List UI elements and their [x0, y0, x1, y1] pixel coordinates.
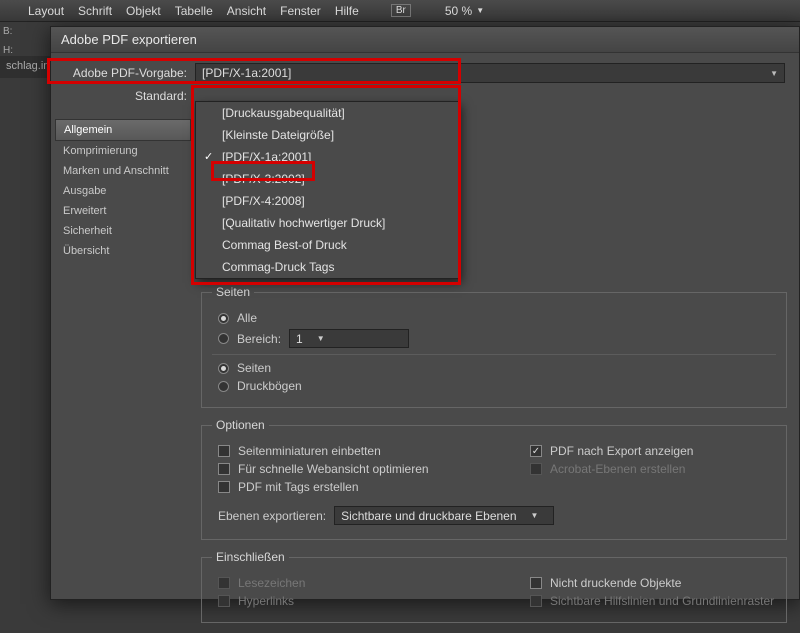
seiten-legend: Seiten — [212, 285, 254, 299]
sidebar-item-erweitert[interactable]: Erweitert — [55, 201, 191, 221]
chk-tags-label: PDF mit Tags erstellen — [238, 480, 359, 494]
chk-viewpdf-label: PDF nach Export anzeigen — [550, 444, 693, 458]
standard-label: Standard: — [65, 89, 195, 103]
sidebar-item-uebersicht[interactable]: Übersicht — [55, 241, 191, 261]
preset-option[interactable]: [Qualitativ hochwertiger Druck] — [196, 212, 459, 234]
document-tab[interactable]: schlag.in — [0, 56, 55, 78]
optionen-group: Optionen Seitenminiaturen einbetten Für … — [201, 418, 787, 540]
radio-alle-label: Alle — [237, 311, 257, 325]
chk-hilfslinien — [530, 595, 542, 607]
sidebar-item-sicherheit[interactable]: Sicherheit — [55, 221, 191, 241]
preset-option[interactable]: Commag Best-of Druck — [196, 234, 459, 256]
radio-seiten[interactable] — [218, 363, 229, 374]
chk-lesezeichen-label: Lesezeichen — [238, 576, 305, 590]
menu-objekt[interactable]: Objekt — [126, 4, 161, 18]
app-menubar: Layout Schrift Objekt Tabelle Ansicht Fe… — [0, 0, 800, 22]
radio-bereich[interactable] — [218, 333, 229, 344]
b-label: B: — [0, 22, 40, 41]
menu-tabelle[interactable]: Tabelle — [175, 4, 213, 18]
preset-option[interactable]: [Kleinste Dateigröße] — [196, 124, 459, 146]
sidebar-item-allgemein[interactable]: Allgemein — [55, 119, 191, 141]
layers-combo[interactable]: Sichtbare und druckbare Ebenen▼ — [334, 506, 554, 525]
chk-thumb-label: Seitenminiaturen einbetten — [238, 444, 381, 458]
preset-label: Adobe PDF-Vorgabe: — [65, 66, 195, 80]
chevron-down-icon: ▼ — [317, 334, 325, 343]
chk-hilfslinien-label: Sichtbare Hilfslinien und Grundlinienras… — [550, 594, 774, 608]
chk-hyperlinks — [218, 595, 230, 607]
section-sidebar: Allgemein Komprimierung Marken und Ansch… — [55, 119, 191, 261]
seiten-group: Seiten Alle Bereich: 1▼ Seiten Druckböge… — [201, 285, 787, 408]
chk-fastweb-label: Für schnelle Webansicht optimieren — [238, 462, 429, 476]
optionen-legend: Optionen — [212, 418, 269, 432]
preset-option[interactable]: Commag-Druck Tags — [196, 256, 459, 278]
sidebar-item-ausgabe[interactable]: Ausgabe — [55, 181, 191, 201]
radio-druckboegen-label: Druckbögen — [237, 379, 302, 393]
einschliessen-group: Einschließen Lesezeichen Hyperlinks Nich… — [201, 550, 787, 623]
general-panel: Seiten Alle Bereich: 1▼ Seiten Druckböge… — [201, 285, 787, 633]
chk-fastweb[interactable] — [218, 463, 230, 475]
chk-thumb[interactable] — [218, 445, 230, 457]
zoom-combo[interactable]: 50 %▼ — [445, 4, 484, 18]
radio-druckboegen[interactable] — [218, 381, 229, 392]
preset-combo[interactable]: [PDF/X-1a:2001] ▼ — [195, 63, 785, 83]
chk-lesezeichen — [218, 577, 230, 589]
check-icon: ✓ — [204, 150, 213, 163]
sidebar-item-marken[interactable]: Marken und Anschnitt — [55, 161, 191, 181]
preset-dropdown: [Druckausgabequalität] [Kleinste Dateigr… — [195, 101, 460, 279]
bereich-combo[interactable]: 1▼ — [289, 329, 409, 348]
chk-hyperlinks-label: Hyperlinks — [238, 594, 294, 608]
chk-nichtdr[interactable] — [530, 577, 542, 589]
layers-label: Ebenen exportieren: — [218, 509, 326, 523]
preset-option[interactable]: [PDF/X-3:2002] — [196, 168, 459, 190]
einschliessen-legend: Einschließen — [212, 550, 289, 564]
chk-acrobat — [530, 463, 542, 475]
menu-hilfe[interactable]: Hilfe — [335, 4, 359, 18]
chevron-down-icon: ▼ — [531, 511, 539, 520]
chevron-down-icon: ▼ — [476, 6, 484, 15]
radio-bereich-label: Bereich: — [237, 332, 281, 346]
sidebar-item-komprimierung[interactable]: Komprimierung — [55, 141, 191, 161]
radio-seiten-label: Seiten — [237, 361, 271, 375]
export-pdf-dialog: Adobe PDF exportieren Adobe PDF-Vorgabe:… — [50, 26, 800, 600]
preset-option[interactable]: ✓[PDF/X-1a:2001] — [196, 146, 459, 168]
chk-acrobat-label: Acrobat-Ebenen erstellen — [550, 462, 685, 476]
dialog-title: Adobe PDF exportieren — [51, 27, 799, 53]
radio-alle[interactable] — [218, 313, 229, 324]
chk-viewpdf[interactable] — [530, 445, 542, 457]
preset-value: [PDF/X-1a:2001] — [202, 66, 291, 80]
chevron-down-icon: ▼ — [770, 69, 778, 78]
bridge-button[interactable]: Br — [391, 4, 411, 17]
menu-layout[interactable]: Layout — [28, 4, 64, 18]
menu-fenster[interactable]: Fenster — [280, 4, 321, 18]
menu-ansicht[interactable]: Ansicht — [227, 4, 266, 18]
preset-option[interactable]: [Druckausgabequalität] — [196, 102, 459, 124]
chk-tags[interactable] — [218, 481, 230, 493]
preset-option[interactable]: [PDF/X-4:2008] — [196, 190, 459, 212]
chk-nichtdr-label: Nicht druckende Objekte — [550, 576, 681, 590]
menu-schrift[interactable]: Schrift — [78, 4, 112, 18]
